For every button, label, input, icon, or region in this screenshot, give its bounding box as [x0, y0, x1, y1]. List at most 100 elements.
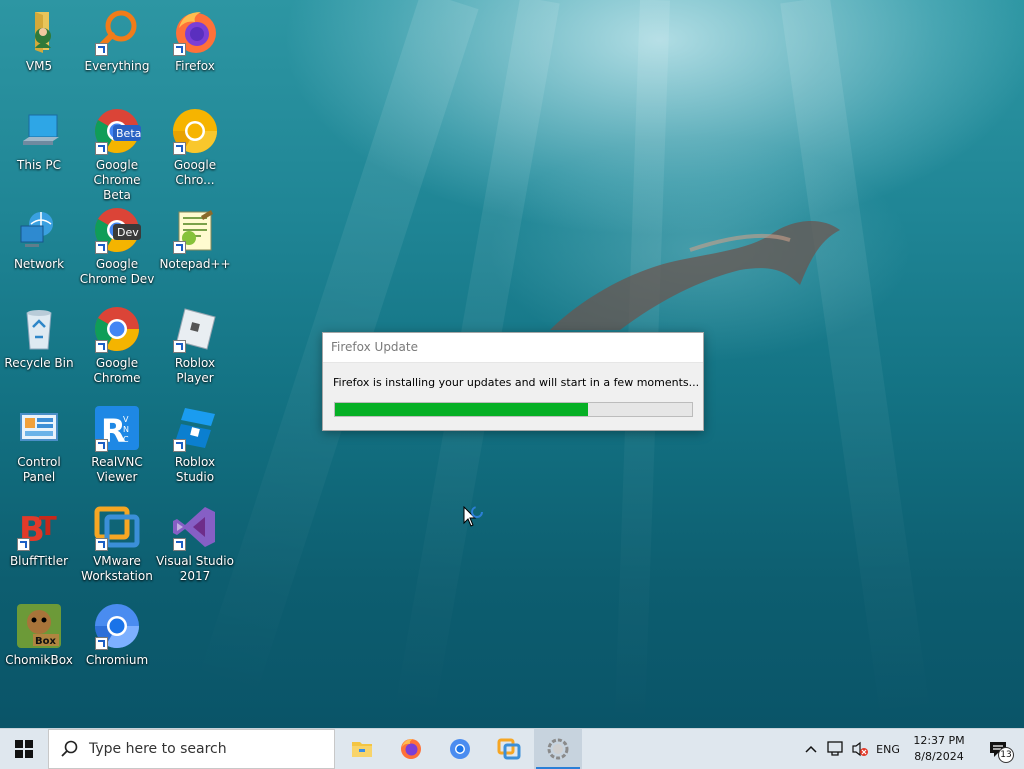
desktop-icon-label: Google Chrome Dev	[79, 257, 155, 286]
busy-cursor-icon	[463, 506, 483, 527]
desktop-icon-notepadpp[interactable]: Notepad++	[156, 202, 234, 296]
desktop-icon-label: RealVNC Viewer	[91, 455, 143, 484]
shortcut-arrow-icon	[95, 241, 108, 254]
desktop-icon-label: Notepad++	[159, 257, 231, 271]
speaker-muted-icon	[852, 741, 868, 757]
desktop-icon-vm5[interactable]: VM5	[0, 4, 78, 98]
network-icon	[15, 206, 63, 254]
desktop-icon-label: Google Chro...	[173, 158, 217, 187]
desktop-icon-control-panel[interactable]: Control Panel	[0, 400, 78, 494]
taskbar-search-box[interactable]: Type here to search	[48, 729, 335, 769]
desktop-icon-vmware[interactable]: VMware Workstation	[78, 499, 156, 593]
desktop-icon-roblox-studio[interactable]: Roblox Studio	[156, 400, 234, 494]
desktop-icon-chrome-canary[interactable]: Google Chro...	[156, 103, 234, 197]
chomikbox-icon: Box	[15, 602, 63, 650]
network-status-button[interactable]	[824, 729, 848, 769]
desktop-icon-chromium[interactable]: Chromium	[78, 598, 156, 692]
notification-count-badge: 13	[998, 747, 1014, 763]
desktop-icon-label: Visual Studio 2017	[156, 554, 234, 583]
windows-logo-icon	[15, 740, 33, 758]
taskbar-app-file-explorer[interactable]	[338, 729, 386, 769]
desktop-icon-label: Roblox Player	[174, 356, 216, 385]
desktop-icon-visual-studio[interactable]: Visual Studio 2017	[156, 499, 234, 593]
volume-button[interactable]	[848, 729, 872, 769]
chrome-dev-icon: Dev	[93, 206, 141, 254]
taskbar-app-firefox-updater[interactable]	[534, 729, 582, 769]
firefox-update-dialog[interactable]: Firefox Update Firefox is installing you…	[322, 332, 704, 431]
desktop-icon-label: VMware Workstation	[81, 554, 153, 583]
update-progress-bar	[334, 402, 693, 417]
visual-studio-icon	[171, 503, 219, 551]
svg-text:T: T	[39, 512, 57, 542]
blufftitler-icon: B T	[15, 503, 63, 551]
shortcut-arrow-icon	[95, 538, 108, 551]
desktop-icon-chrome-beta[interactable]: Beta Google Chrome Beta	[78, 103, 156, 202]
desktop-icon-label: Firefox	[175, 59, 215, 73]
desktop-icon-label: Roblox Studio	[174, 455, 216, 484]
search-placeholder: Type here to search	[89, 741, 227, 757]
desktop-icon-label: Network	[13, 257, 65, 271]
shortcut-arrow-icon	[173, 340, 186, 353]
shortcut-arrow-icon	[173, 241, 186, 254]
desktop-icon-chomikbox[interactable]: Box ChomikBox	[0, 598, 78, 692]
input-language-button[interactable]: ENG	[872, 729, 904, 769]
desktop-icon-label: Google Chrome Beta	[93, 158, 141, 202]
desktop-icon-realvnc[interactable]: R V N C RealVNC Viewer	[78, 400, 156, 494]
desktop-icon-everything[interactable]: Everything	[78, 4, 156, 98]
desktop-icon-label: ChomikBox	[5, 653, 73, 667]
shortcut-arrow-icon	[173, 439, 186, 452]
shortcut-arrow-icon	[95, 142, 108, 155]
clock-time: 12:37 PM	[913, 734, 965, 747]
show-hidden-icons-button[interactable]	[800, 729, 822, 769]
desktop-icon-roblox-player[interactable]: Roblox Player	[156, 301, 234, 395]
folder-user-icon	[15, 8, 63, 56]
magnifier-icon	[93, 8, 141, 56]
start-button[interactable]	[0, 729, 48, 769]
action-center-button[interactable]: 13	[978, 729, 1018, 769]
clock[interactable]: 12:37 PM 8/8/2024	[904, 729, 974, 769]
vmware-icon	[497, 738, 521, 760]
firefox-icon	[171, 8, 219, 56]
taskbar-app-vmware[interactable]	[485, 729, 533, 769]
updater-icon	[547, 738, 569, 760]
taskbar-app-firefox[interactable]	[387, 729, 435, 769]
shortcut-arrow-icon	[95, 340, 108, 353]
desktop-icon-label: Chromium	[85, 653, 149, 667]
desktop-icon-recycle-bin[interactable]: Recycle Bin	[0, 301, 78, 395]
desktop-icon-label: Recycle Bin	[4, 356, 74, 370]
chrome-beta-badge: Beta	[116, 127, 141, 140]
computer-icon	[15, 107, 63, 155]
svg-text:N: N	[123, 425, 129, 434]
desktop-icon-label: Control Panel	[17, 455, 61, 484]
recycle-bin-icon	[15, 305, 63, 353]
desktop-icon-this-pc[interactable]: This PC	[0, 103, 78, 197]
chomikbox-badge: Box	[35, 636, 56, 647]
desktop-icon-label: This PC	[17, 158, 61, 172]
desktop-background: VM5 This PC Network Recycle Bin Control …	[0, 0, 1024, 728]
dialog-message: Firefox is installing your updates and w…	[333, 376, 700, 389]
network-wired-icon	[827, 741, 843, 756]
shortcut-arrow-icon	[173, 538, 186, 551]
desktop-icon-firefox[interactable]: Firefox	[156, 4, 234, 98]
chromium-icon	[450, 739, 470, 759]
notepadpp-icon	[171, 206, 219, 254]
desktop-icon-label: VM5	[25, 59, 53, 73]
control-panel-icon	[15, 404, 63, 452]
taskbar-app-chromium[interactable]	[436, 729, 484, 769]
progress-fill	[335, 403, 589, 416]
folder-icon	[352, 742, 372, 757]
light-ray	[780, 0, 932, 725]
desktop-icon-chrome-dev[interactable]: Dev Google Chrome Dev	[78, 202, 156, 296]
shortcut-arrow-icon	[173, 43, 186, 56]
chrome-icon	[93, 305, 141, 353]
svg-text:V: V	[123, 415, 129, 424]
desktop-icon-blufftitler[interactable]: B T BluffTitler	[0, 499, 78, 593]
shortcut-arrow-icon	[17, 538, 30, 551]
desktop-icon-chrome[interactable]: Google Chrome	[78, 301, 156, 395]
chevron-up-icon	[805, 745, 817, 753]
desktop-icon-label: BluffTitler	[9, 554, 69, 568]
firefox-icon	[401, 739, 421, 759]
taskbar: Type here to search ENG 12:37 PM 8/8/202…	[0, 728, 1024, 769]
desktop-icon-network[interactable]: Network	[0, 202, 78, 296]
chrome-dev-badge: Dev	[117, 226, 139, 239]
